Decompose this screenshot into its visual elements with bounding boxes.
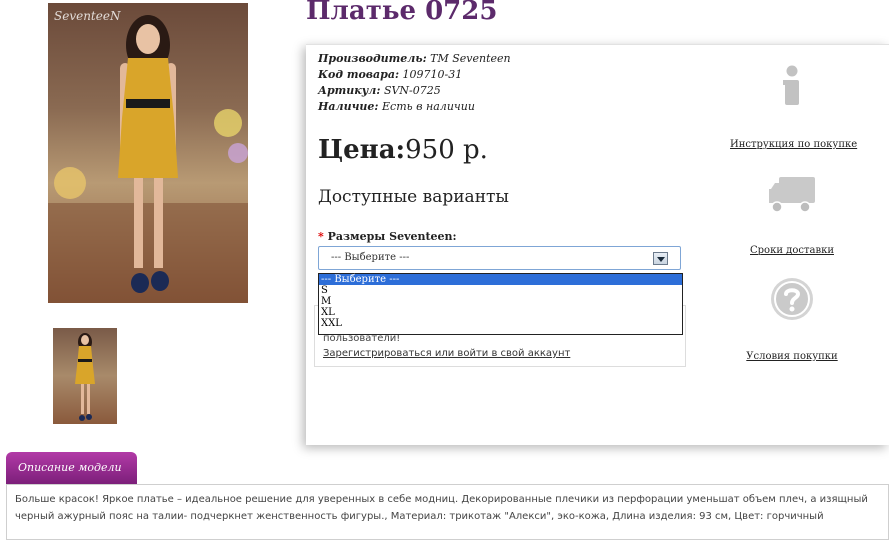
size-select[interactable]: --- Выберите ---	[318, 246, 681, 270]
price-value: 950 р.	[405, 135, 488, 165]
size-option[interactable]: S	[319, 285, 682, 296]
product-title: Платье 0725	[306, 0, 498, 26]
product-price: Цена:950 р.	[318, 135, 488, 165]
question-icon	[771, 278, 813, 320]
variants-heading: Доступные варианты	[318, 187, 509, 207]
delivery-terms[interactable]: Сроки доставки	[730, 175, 854, 256]
purchase-instructions-link[interactable]: Инструкция по покупке	[730, 139, 857, 150]
tab-model-description[interactable]: Описание модели	[6, 452, 137, 484]
purchase-conditions[interactable]: Условия покупки	[730, 277, 854, 362]
spec-manufacturer: Производитель: TM Seventeen	[318, 52, 511, 65]
spec-availability: Наличие: Есть в наличии	[318, 100, 475, 113]
product-specs: Производитель: TM Seventeen Код товара: …	[318, 51, 511, 115]
size-dropdown-list[interactable]: --- Выберите --- S M XL XXL	[318, 273, 683, 335]
brand-watermark: SeventeeN	[54, 9, 121, 23]
spec-article: Артикул: SVN-0725	[318, 84, 441, 97]
size-option[interactable]: XL	[319, 307, 682, 318]
truck-icon	[769, 177, 815, 213]
product-info-panel: Производитель: TM Seventeen Код товара: …	[306, 44, 889, 445]
product-thumbnail[interactable]	[53, 328, 117, 424]
price-label: Цена:	[318, 135, 406, 165]
required-mark: *	[318, 230, 324, 243]
size-select-value: --- Выберите ---	[331, 252, 410, 263]
purchase-conditions-link[interactable]: Условия покупки	[730, 351, 854, 362]
purchase-instructions[interactable]: Инструкция по покупке	[730, 65, 857, 150]
register-login-link[interactable]: Зарегистрироваться или войти в свой акка…	[323, 348, 570, 359]
model-illustration	[48, 15, 248, 303]
spec-product-code: Код товара: 109710-31	[318, 68, 463, 81]
chevron-down-icon[interactable]	[653, 252, 668, 265]
delivery-terms-link[interactable]: Сроки доставки	[730, 245, 854, 256]
size-label: * Размеры Seventeen:	[318, 230, 457, 243]
model-thumbnail-illustration	[75, 333, 95, 421]
product-main-photo[interactable]: SeventeeN	[48, 3, 248, 303]
size-option[interactable]: M	[319, 296, 682, 307]
size-option[interactable]: XXL	[319, 318, 682, 329]
info-icon	[783, 65, 799, 105]
model-description: Больше красок! Яркое платье – идеальное …	[6, 484, 889, 540]
size-option[interactable]: --- Выберите ---	[319, 274, 682, 285]
